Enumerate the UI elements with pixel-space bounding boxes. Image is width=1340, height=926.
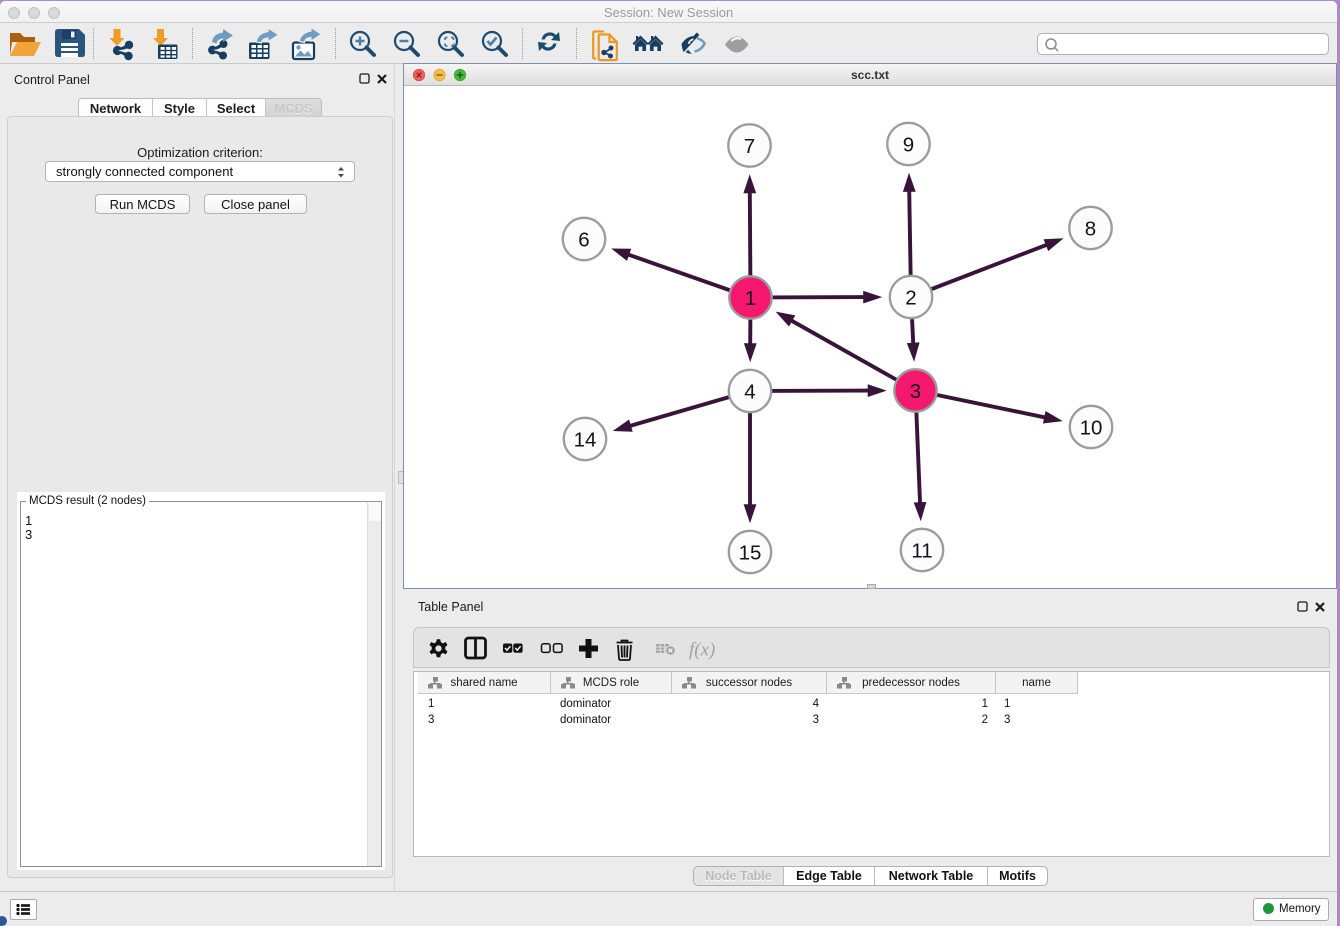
- svg-text:14: 14: [574, 428, 597, 451]
- svg-text:f(x): f(x): [689, 640, 715, 661]
- svg-text:9: 9: [903, 133, 914, 156]
- svg-text:3: 3: [910, 380, 921, 403]
- svg-text:15: 15: [739, 541, 762, 564]
- svg-text:7: 7: [744, 135, 755, 158]
- svg-text:10: 10: [1080, 416, 1103, 439]
- svg-text:8: 8: [1085, 217, 1096, 240]
- svg-text:1: 1: [745, 287, 756, 310]
- svg-text:6: 6: [578, 228, 589, 251]
- svg-text:2: 2: [905, 286, 916, 309]
- svg-text:4: 4: [744, 380, 755, 403]
- svg-text:11: 11: [911, 539, 932, 562]
